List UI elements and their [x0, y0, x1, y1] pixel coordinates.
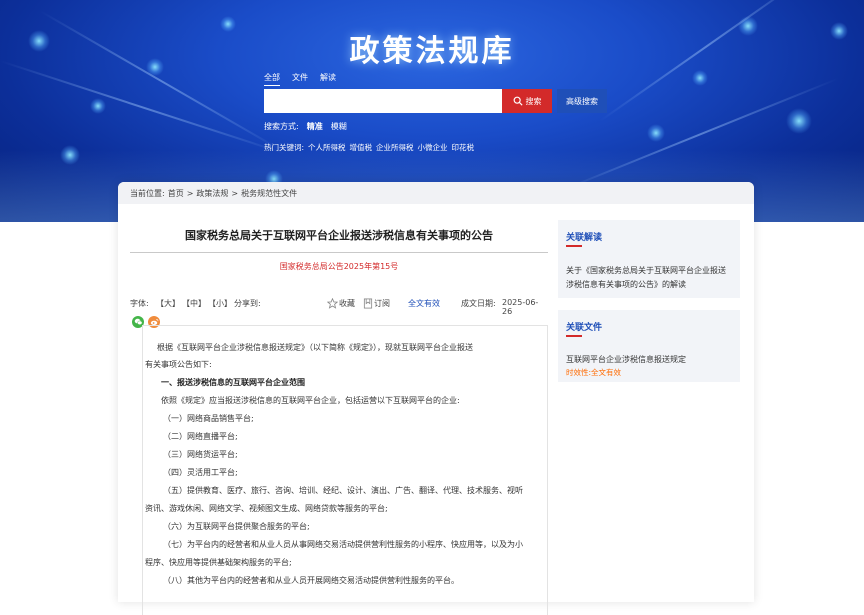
article-toolbar: 字体: 【大】 【中】 【小】 分享到: 收藏 订阅 全文有效 成文日期: 20…	[130, 298, 548, 316]
bookmark-icon	[363, 298, 373, 309]
status-value: 全文有效	[591, 368, 622, 377]
validity-status: 全文有效	[408, 299, 440, 308]
breadcrumb-separator: >	[186, 188, 194, 198]
article-list-item: （二）网络直播平台;	[163, 432, 238, 441]
site-title: 政策法规库	[349, 34, 515, 69]
search-input[interactable]	[264, 89, 502, 113]
article-list-item: （一）网络商品销售平台;	[163, 414, 254, 423]
subscribe-label: 订阅	[374, 299, 390, 308]
issue-date: 2025-06-26	[502, 298, 539, 316]
light-dot	[692, 70, 708, 86]
star-icon	[327, 298, 338, 309]
light-dot	[90, 98, 106, 114]
article-list-item: （四）灵活用工平台;	[163, 468, 238, 477]
breadcrumb-policy[interactable]: 政策法规	[196, 188, 228, 199]
related-reading-line: 涉税信息有关事项的公告》的解读	[566, 280, 686, 289]
search-tab-files[interactable]: 文件	[292, 72, 308, 86]
article-list-item-continued: 程序、快应用等提供基础架构服务的平台;	[145, 558, 292, 567]
article-paragraph: 根据《互联网平台企业涉税信息报送规定》（以下简称《规定》），现就互联网平台企业报…	[157, 343, 473, 352]
related-reading-link[interactable]: 关于《国家税务总局关于互联网平台企业报送 涉税信息有关事项的公告》的解读	[566, 264, 734, 292]
font-size-small[interactable]: 【小】	[208, 298, 232, 309]
light-streak	[0, 60, 286, 155]
favorite-button[interactable]: 收藏	[327, 298, 355, 309]
article-list-item: （八）其他为平台内的经营者和从业人员开展网络交易活动提供营利性服务的平台。	[163, 576, 459, 585]
article-list-item: （七）为平台内的经营者和从业人员从事网络交易活动提供营利性服务的小程序、快应用等…	[163, 540, 523, 549]
light-dot	[647, 124, 665, 142]
hot-keywords-label: 热门关键词:	[264, 143, 305, 152]
search-mode-row: 搜索方式: 精准 模糊	[264, 121, 347, 132]
related-file-link[interactable]: 互联网平台企业涉税信息报送规定	[566, 353, 734, 367]
font-size-label: 字体:	[130, 299, 149, 308]
article-title: 国家税务总局关于互联网平台企业报送涉税信息有关事项的公告	[185, 229, 493, 242]
search-tabs: 全部 文件 解读	[264, 72, 336, 86]
article-list-item-continued: 资讯、游戏休闲、网络文学、视频图文生成、网络贷款等服务的平台;	[145, 504, 388, 513]
light-dot	[60, 145, 80, 165]
hot-keyword[interactable]: 企业所得税	[376, 142, 414, 153]
hot-keyword[interactable]: 个人所得税	[308, 142, 346, 153]
advanced-search-button[interactable]: 高级搜索	[557, 89, 607, 113]
date-label: 成文日期:	[461, 299, 496, 308]
font-size-medium[interactable]: 【中】	[182, 298, 206, 309]
related-reading-line: 关于《国家税务总局关于互联网平台企业报送	[566, 266, 726, 275]
search-button-label: 搜索	[525, 96, 542, 106]
article-paragraph: 依照《规定》应当报送涉税信息的互联网平台企业，包括运营以下互联网平台的企业:	[161, 396, 460, 405]
share-label: 分享到:	[234, 299, 261, 308]
search-icon	[513, 96, 523, 106]
related-files-heading: 关联文件	[566, 323, 603, 333]
hot-keyword[interactable]: 印花税	[452, 142, 475, 153]
article-list-item: （五）提供教育、医疗、旅行、咨询、培训、经纪、设计、演出、广告、翻译、代理、技术…	[163, 486, 523, 495]
article-section-heading: 一、报送涉税信息的互联网平台企业范围	[161, 378, 305, 387]
related-files-card: 关联文件 互联网平台企业涉税信息报送规定 时效性:全文有效	[558, 310, 740, 382]
related-reading-heading: 关联解读	[566, 233, 603, 243]
heading-underline	[566, 245, 582, 247]
hot-keywords-row: 热门关键词: 个人所得税 增值税 企业所得税 小微企业 印花税	[264, 142, 474, 153]
search-mode-exact[interactable]: 精准	[307, 121, 323, 132]
hot-keyword[interactable]: 增值税	[350, 142, 373, 153]
status-prefix: 时效性:	[566, 368, 592, 377]
search-mode-label: 搜索方式:	[264, 122, 299, 131]
search-tab-interpretation[interactable]: 解读	[320, 72, 336, 86]
related-file-status: 时效性:全文有效	[566, 367, 621, 378]
breadcrumb-home[interactable]: 首页	[168, 188, 184, 199]
font-size-large[interactable]: 【大】	[156, 298, 180, 309]
search-button[interactable]: 搜索	[502, 89, 552, 113]
article-paragraph: 有关事项公告如下:	[145, 360, 212, 369]
article-body: 根据《互联网平台企业涉税信息报送规定》（以下简称《规定》），现就互联网平台企业报…	[142, 325, 548, 615]
title-divider	[130, 252, 548, 253]
breadcrumb-normative-docs[interactable]: 税务规范性文件	[241, 188, 297, 199]
breadcrumb-separator: >	[231, 188, 239, 198]
breadcrumb-prefix: 当前位置:	[130, 188, 165, 198]
breadcrumb: 当前位置: 首页 > 政策法规 > 税务规范性文件	[118, 182, 754, 204]
search-mode-fuzzy[interactable]: 模糊	[331, 121, 347, 132]
article-list-item: （六）为互联网平台提供聚合服务的平台;	[163, 522, 310, 531]
related-reading-card: 关联解读 关于《国家税务总局关于互联网平台企业报送 涉税信息有关事项的公告》的解…	[558, 220, 740, 298]
heading-underline	[566, 335, 582, 337]
subscribe-button[interactable]: 订阅	[363, 298, 390, 309]
light-dot	[786, 108, 812, 134]
favorite-label: 收藏	[339, 299, 355, 308]
document-number: 国家税务总局公告2025年第15号	[279, 262, 399, 271]
content-panel: 当前位置: 首页 > 政策法规 > 税务规范性文件 国家税务总局关于互联网平台企…	[118, 182, 754, 615]
search-tab-all[interactable]: 全部	[264, 72, 280, 86]
hot-keyword[interactable]: 小微企业	[418, 142, 448, 153]
article-list-item: （三）网络货运平台;	[163, 450, 238, 459]
